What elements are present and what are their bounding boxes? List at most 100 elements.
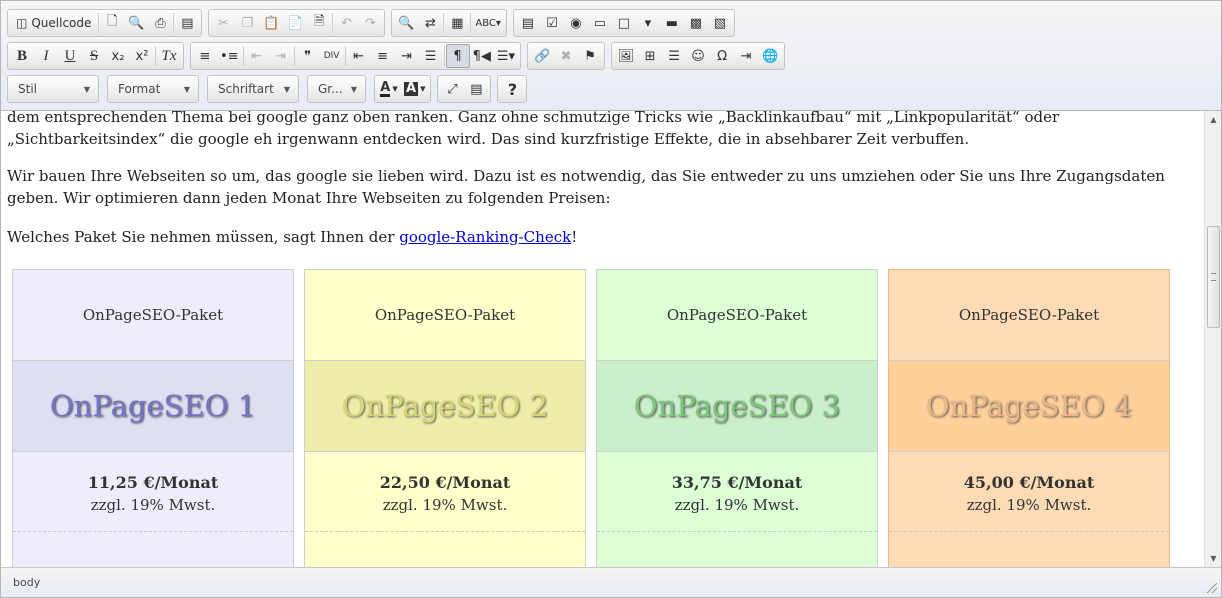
iframe-icon[interactable]: 🌐 bbox=[758, 44, 782, 68]
source-label: Quellcode bbox=[31, 16, 92, 30]
paste-word-icon[interactable]: 🗎 bbox=[307, 11, 331, 35]
format-dropdown[interactable]: Format ▼ bbox=[107, 75, 199, 103]
replace-icon[interactable]: ⇄ bbox=[418, 11, 442, 35]
new-page-icon[interactable]: 🗋 bbox=[100, 11, 124, 35]
checkbox-icon[interactable]: ☑ bbox=[540, 11, 564, 35]
separator bbox=[332, 13, 334, 33]
italic-button[interactable]: I bbox=[34, 44, 58, 68]
chevron-down-icon: ▼ bbox=[283, 84, 290, 94]
toolbar-row-2: B I U S x₂ x² Tx ≡ •≡ ⇤ ⇥ ❞ DIV ⇤ ≡ ⇥ ☰ … bbox=[7, 42, 791, 70]
package-price: 33,75 €/Monat bbox=[671, 473, 803, 492]
separator bbox=[443, 13, 445, 33]
align-left-icon[interactable]: ⇤ bbox=[347, 44, 371, 68]
hidden-field-icon[interactable]: ▧ bbox=[708, 11, 732, 35]
align-justify-icon[interactable]: ☰ bbox=[419, 44, 443, 68]
unlink-icon[interactable]: ✖ bbox=[554, 44, 578, 68]
select-all-icon[interactable]: ▦ bbox=[445, 11, 469, 35]
package-title: OnPageSEO 4 bbox=[889, 361, 1169, 452]
textfield-icon[interactable]: ▭ bbox=[588, 11, 612, 35]
align-right-icon[interactable]: ⇥ bbox=[395, 44, 419, 68]
separator bbox=[98, 13, 100, 33]
source-button[interactable]: ◫ Quellcode bbox=[10, 11, 97, 35]
insert-group: 🖼 ⊞ ☰ ☺ Ω ⇥ 🌐 bbox=[611, 42, 786, 70]
align-center-icon[interactable]: ≡ bbox=[371, 44, 395, 68]
show-blocks-icon[interactable]: ▤ bbox=[464, 77, 488, 101]
numbered-list-icon[interactable]: ≡ bbox=[193, 44, 217, 68]
package-card-3: OnPageSEO-Paket OnPageSEO 3 33,75 €/Mona… bbox=[596, 269, 878, 567]
copy-icon[interactable]: ❐ bbox=[235, 11, 259, 35]
toolbar-row-3: Stil ▼ Format ▼ Schriftart ▼ Gr... ▼ A ▼ bbox=[7, 75, 533, 103]
scroll-down-icon[interactable]: ▼ bbox=[1205, 550, 1222, 567]
element-path[interactable]: body bbox=[13, 576, 40, 589]
smiley-icon[interactable]: ☺ bbox=[686, 44, 710, 68]
help-button[interactable]: ? bbox=[500, 77, 524, 101]
package-header: OnPageSEO-Paket bbox=[889, 270, 1169, 361]
paste-text-icon[interactable]: 📄 bbox=[283, 11, 307, 35]
image-button-icon[interactable]: ▩ bbox=[684, 11, 708, 35]
help-icon: ? bbox=[507, 79, 518, 99]
separator bbox=[443, 46, 445, 66]
rtl-icon[interactable]: ¶◀ bbox=[470, 44, 494, 68]
bold-button[interactable]: B bbox=[10, 44, 34, 68]
ranking-check-link[interactable]: google-Ranking-Check bbox=[399, 228, 571, 246]
horizontal-rule-icon[interactable]: ☰ bbox=[662, 44, 686, 68]
tools-group: ⤢ ▤ bbox=[437, 75, 492, 103]
subscript-button[interactable]: x₂ bbox=[106, 44, 130, 68]
blockquote-button[interactable]: ❞ bbox=[296, 44, 320, 68]
bulleted-list-icon[interactable]: •≡ bbox=[217, 44, 242, 68]
package-header: OnPageSEO-Paket bbox=[305, 270, 585, 361]
format-dropdown-label: Format bbox=[118, 82, 161, 96]
special-char-icon[interactable]: Ω bbox=[710, 44, 734, 68]
maximize-icon[interactable]: ⤢ bbox=[440, 77, 464, 101]
scroll-up-icon[interactable]: ▲ bbox=[1205, 111, 1222, 128]
package-vat: zzgl. 19% Mwst. bbox=[674, 496, 800, 514]
remove-format-button[interactable]: Tx bbox=[157, 44, 181, 68]
preview-icon[interactable]: 🔍 bbox=[124, 11, 148, 35]
outdent-icon[interactable]: ⇤ bbox=[245, 44, 269, 68]
superscript-button[interactable]: x² bbox=[130, 44, 154, 68]
vertical-scrollbar[interactable]: ▲ ▼ bbox=[1204, 111, 1221, 567]
editing-group: 🔍 ⇄ ▦ ABC▾ bbox=[391, 9, 507, 37]
find-icon[interactable]: 🔍 bbox=[394, 11, 418, 35]
superscript-icon: x² bbox=[135, 48, 149, 64]
image-icon[interactable]: 🖼 bbox=[614, 44, 638, 68]
form-icon[interactable]: ▤ bbox=[516, 11, 540, 35]
subscript-icon: x₂ bbox=[111, 48, 125, 64]
language-icon[interactable]: ☰▾ bbox=[494, 44, 518, 68]
separator bbox=[293, 46, 295, 66]
redo-icon[interactable]: ↷ bbox=[358, 11, 382, 35]
cut-icon[interactable]: ✂ bbox=[211, 11, 235, 35]
ltr-icon[interactable]: ¶ bbox=[445, 44, 470, 68]
resize-handle-icon[interactable] bbox=[1207, 583, 1217, 593]
creatediv-button[interactable]: DIV bbox=[320, 44, 344, 68]
chevron-down-icon: ▼ bbox=[392, 85, 398, 93]
spellcheck-icon[interactable]: ABC▾ bbox=[472, 11, 504, 35]
underline-button[interactable]: U bbox=[58, 44, 82, 68]
anchor-icon[interactable]: ⚑ bbox=[578, 44, 602, 68]
rich-text-editor: ◫ Quellcode 🗋 🔍 ⎙ ▤ ✂ ❐ 📋 📄 🗎 ↶ ↷ 🔍 ⇄ ▦ … bbox=[0, 0, 1222, 598]
templates-icon[interactable]: ▤ bbox=[175, 11, 199, 35]
package-table: OnPageSEO-Paket OnPageSEO 1 11,25 €/Mona… bbox=[12, 269, 1172, 567]
strike-button[interactable]: S bbox=[82, 44, 106, 68]
font-dropdown[interactable]: Schriftart ▼ bbox=[207, 75, 299, 103]
editor-content[interactable]: dem entsprechenden Thema bei google ganz… bbox=[1, 111, 1204, 567]
bg-color-button[interactable]: A ▼ bbox=[401, 77, 428, 101]
indent-icon[interactable]: ⇥ bbox=[269, 44, 293, 68]
textarea-icon[interactable]: □ bbox=[612, 11, 636, 35]
style-dropdown[interactable]: Stil ▼ bbox=[7, 75, 99, 103]
select-icon[interactable]: ▾ bbox=[636, 11, 660, 35]
links-group: 🔗 ✖ ⚑ bbox=[527, 42, 606, 70]
table-icon[interactable]: ⊞ bbox=[638, 44, 662, 68]
text-color-button[interactable]: A ▼ bbox=[377, 77, 401, 101]
link-icon[interactable]: 🔗 bbox=[530, 44, 554, 68]
package-vat: zzgl. 19% Mwst. bbox=[382, 496, 508, 514]
undo-icon[interactable]: ↶ bbox=[334, 11, 358, 35]
button-icon[interactable]: ▬ bbox=[660, 11, 684, 35]
paste-icon[interactable]: 📋 bbox=[259, 11, 283, 35]
print-icon[interactable]: ⎙ bbox=[148, 11, 172, 35]
size-dropdown[interactable]: Gr... ▼ bbox=[307, 75, 366, 103]
page-break-icon[interactable]: ⇥ bbox=[734, 44, 758, 68]
radio-icon[interactable]: ◉ bbox=[564, 11, 588, 35]
toolbar-row-1: ◫ Quellcode 🗋 🔍 ⎙ ▤ ✂ ❐ 📋 📄 🗎 ↶ ↷ 🔍 ⇄ ▦ … bbox=[7, 9, 741, 37]
scrollbar-thumb[interactable] bbox=[1207, 226, 1220, 328]
